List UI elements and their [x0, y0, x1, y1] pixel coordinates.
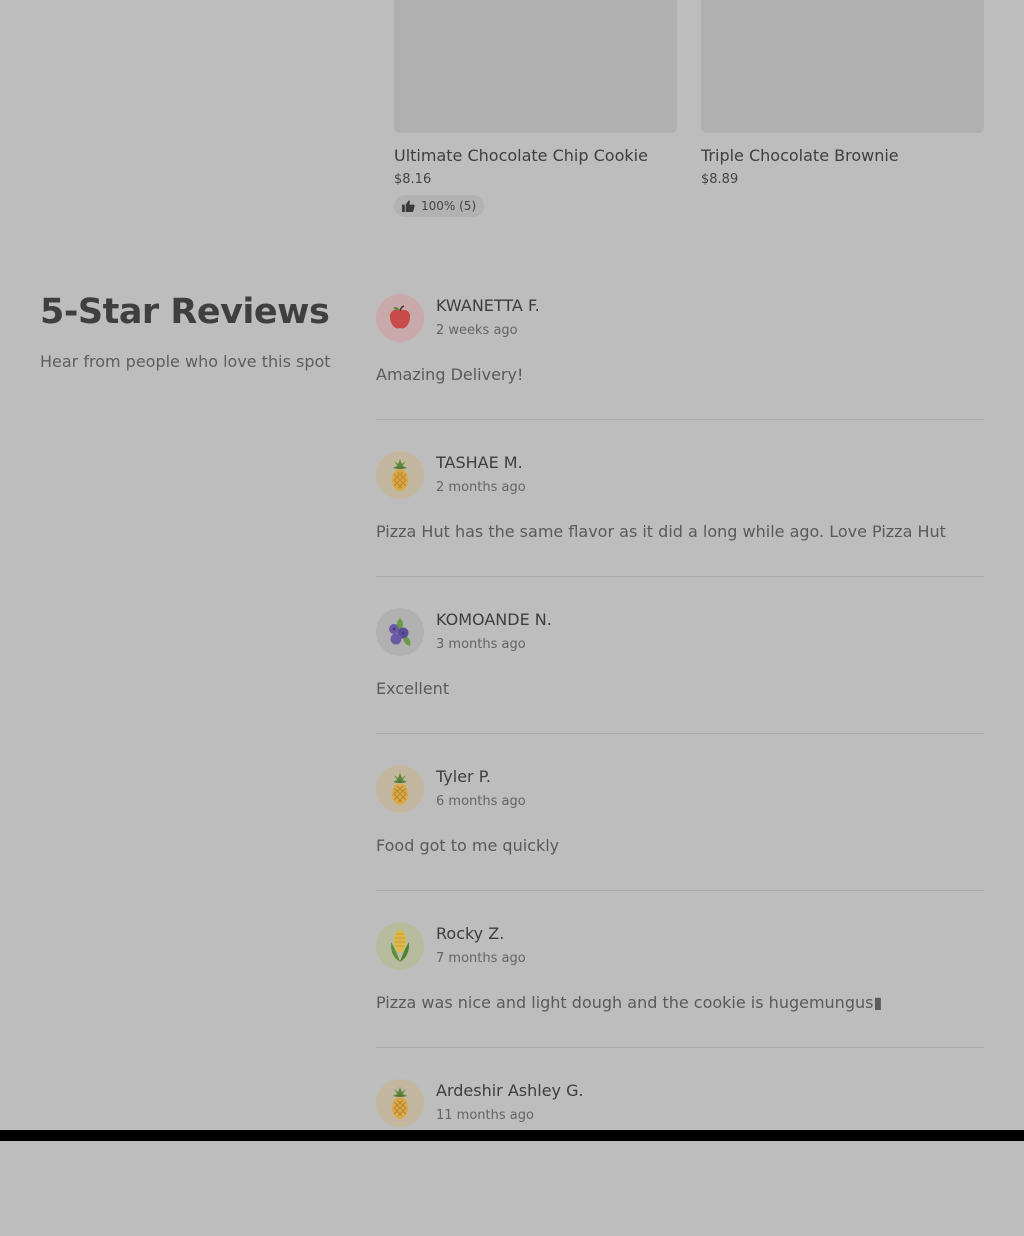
avatar: [376, 922, 424, 970]
blueberry-icon: [389, 618, 411, 646]
product-price: $8.16: [394, 172, 432, 187]
section-subtitle: Hear from people who love this spot: [40, 352, 331, 371]
rating-badge: 100% (5): [394, 195, 485, 217]
product-image[interactable]: [701, 0, 984, 133]
review-date: 7 months ago: [436, 951, 526, 966]
review-date: 11 months ago: [436, 1108, 534, 1123]
section-title: 5-Star Reviews: [40, 292, 330, 332]
review-date: 6 months ago: [436, 794, 526, 809]
review-text: Food got to me quickly: [376, 836, 560, 855]
reviewer-name: KWANETTA F.: [436, 296, 540, 315]
review-item: Rocky Z. 7 months ago Pizza was nice and…: [376, 922, 984, 1079]
reviewer-name: Rocky Z.: [436, 924, 505, 943]
rating-text: 100% (5): [421, 199, 477, 213]
reviews-list: KWANETTA F. 2 weeks ago Amazing Delivery…: [376, 294, 984, 1236]
product-card-cookie[interactable]: Ultimate Chocolate Chip Cookie $8.16 100…: [394, 0, 677, 217]
review-date: 2 weeks ago: [436, 323, 518, 338]
thumbs-up-icon: [402, 200, 415, 212]
product-name: Triple Chocolate Brownie: [701, 146, 899, 165]
review-item: KWANETTA F. 2 weeks ago Amazing Delivery…: [376, 294, 984, 451]
avatar: [376, 765, 424, 813]
review-text: Excellent: [376, 679, 450, 698]
review-text: Pizza Hut has the same flavor as it did …: [376, 522, 946, 541]
pineapple-icon: [392, 1087, 408, 1119]
product-name: Ultimate Chocolate Chip Cookie: [394, 146, 648, 165]
avatar: [376, 451, 424, 499]
review-item: KOMOANDE N. 3 months ago Excellent: [376, 608, 984, 765]
reviewer-name: Tyler P.: [436, 767, 491, 786]
avatar: [376, 1079, 424, 1127]
reviewer-name: TASHAE M.: [436, 453, 523, 472]
reviewer-name: KOMOANDE N.: [436, 610, 552, 629]
review-item: Tyler P. 6 months ago Food got to me qui…: [376, 765, 984, 922]
review-text: Amazing Delivery!: [376, 365, 524, 384]
review-date: 2 months ago: [436, 480, 526, 495]
apple-icon: [389, 305, 411, 329]
product-price: $8.89: [701, 172, 739, 187]
review-item: TASHAE M. 2 months ago Pizza Hut has the…: [376, 451, 984, 608]
corn-icon: [390, 930, 410, 962]
product-image[interactable]: [394, 0, 677, 133]
product-card-brownie[interactable]: Triple Chocolate Brownie $8.89: [701, 0, 984, 187]
avatar: [376, 608, 424, 656]
review-text: Pizza was nice and light dough and the c…: [376, 993, 883, 1012]
bottom-bar: [0, 1130, 1024, 1141]
review-date: 3 months ago: [436, 637, 526, 652]
review-item: Ardeshir Ashley G. 11 months ago: [376, 1079, 984, 1236]
pineapple-icon: [392, 773, 408, 805]
pineapple-icon: [392, 459, 408, 491]
avatar: [376, 294, 424, 342]
reviewer-name: Ardeshir Ashley G.: [436, 1081, 584, 1100]
